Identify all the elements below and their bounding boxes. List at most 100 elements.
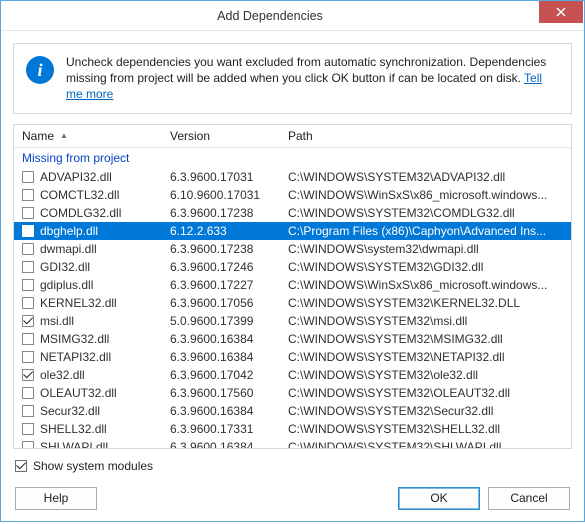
row-checkbox[interactable] xyxy=(22,423,34,435)
cell-path: C:\WINDOWS\SYSTEM32\OLEAUT32.dll xyxy=(280,386,571,400)
table-row[interactable]: msi.dll5.0.9600.17399C:\WINDOWS\SYSTEM32… xyxy=(14,312,571,330)
row-checkbox[interactable] xyxy=(22,351,34,363)
row-checkbox[interactable] xyxy=(22,243,34,255)
cell-name: gdiplus.dll xyxy=(14,278,162,292)
cancel-button[interactable]: Cancel xyxy=(488,487,570,510)
column-header-version[interactable]: Version xyxy=(162,125,280,147)
ok-button[interactable]: OK xyxy=(398,487,480,510)
dependencies-table: Name ▲ Version Path Missing from project… xyxy=(13,124,572,449)
cell-path: C:\WINDOWS\WinSxS\x86_microsoft.windows.… xyxy=(280,278,571,292)
table-row[interactable]: MSIMG32.dll 6.3.9600.16384C:\WINDOWS\SYST… xyxy=(14,330,571,348)
row-checkbox[interactable] xyxy=(22,207,34,219)
cell-name: GDI32.dll xyxy=(14,260,162,274)
row-checkbox[interactable] xyxy=(22,369,34,381)
column-header-path[interactable]: Path xyxy=(280,125,571,147)
row-checkbox[interactable] xyxy=(22,189,34,201)
cell-path: C:\WINDOWS\WinSxS\x86_microsoft.windows.… xyxy=(280,188,571,202)
cell-version: 6.3.9600.17560 xyxy=(162,386,280,400)
cell-path: C:\WINDOWS\SYSTEM32\ADVAPI32.dll xyxy=(280,170,571,184)
row-checkbox[interactable] xyxy=(22,261,34,273)
row-name-label: ADVAPI32.dll xyxy=(40,170,112,184)
cell-version: 6.3.9600.16384 xyxy=(162,332,280,346)
row-name-label: GDI32.dll xyxy=(40,260,90,274)
table-row[interactable]: OLEAUT32.dll6.3.9600.17560C:\WINDOWS\SYS… xyxy=(14,384,571,402)
table-body[interactable]: Missing from project ADVAPI32.dll6.3.960… xyxy=(14,148,571,448)
cell-version: 6.3.9600.16384 xyxy=(162,440,280,448)
row-checkbox[interactable] xyxy=(22,405,34,417)
row-checkbox[interactable] xyxy=(22,171,34,183)
row-checkbox[interactable] xyxy=(22,315,34,327)
cell-name: COMCTL32.dll xyxy=(14,188,162,202)
close-button[interactable] xyxy=(539,1,583,23)
cell-version: 6.3.9600.17042 xyxy=(162,368,280,382)
cell-name: OLEAUT32.dll xyxy=(14,386,162,400)
cell-path: C:\WINDOWS\SYSTEM32\MSIMG32.dll xyxy=(280,332,571,346)
group-header-missing: Missing from project xyxy=(14,148,571,168)
row-name-label: ole32.dll xyxy=(40,368,85,382)
cell-name: ole32.dll xyxy=(14,368,162,382)
info-banner: i Uncheck dependencies you want excluded… xyxy=(13,43,572,114)
cell-name: msi.dll xyxy=(14,314,162,328)
cell-name: ADVAPI32.dll xyxy=(14,170,162,184)
row-name-label: Secur32.dll xyxy=(40,404,100,418)
row-name-label: SHELL32.dll xyxy=(40,422,107,436)
row-name-label: dwmapi.dll xyxy=(40,242,97,256)
table-row[interactable]: COMCTL32.dll 6.10.9600.17031C:\WINDOWS\Wi… xyxy=(14,186,571,204)
info-text: Uncheck dependencies you want excluded f… xyxy=(66,54,559,103)
show-system-modules-checkbox[interactable] xyxy=(15,460,27,472)
cell-path: C:\WINDOWS\SYSTEM32\GDI32.dll xyxy=(280,260,571,274)
table-row[interactable]: SHELL32.dll 6.3.9600.17331C:\WINDOWS\SYST… xyxy=(14,420,571,438)
cell-version: 6.3.9600.17227 xyxy=(162,278,280,292)
row-name-label: msi.dll xyxy=(40,314,74,328)
row-name-label: COMDLG32.dll xyxy=(40,206,121,220)
row-checkbox[interactable] xyxy=(22,387,34,399)
cell-version: 6.3.9600.17331 xyxy=(162,422,280,436)
table-row[interactable]: SHLWAPI.dll 6.3.9600.16384C:\WINDOWS\SYST… xyxy=(14,438,571,448)
cell-path: C:\WINDOWS\SYSTEM32\Secur32.dll xyxy=(280,404,571,418)
show-system-modules-row[interactable]: Show system modules xyxy=(15,459,570,473)
row-name-label: COMCTL32.dll xyxy=(40,188,119,202)
table-row[interactable]: GDI32.dll 6.3.9600.17246C:\WINDOWS\SYSTEM… xyxy=(14,258,571,276)
cell-name: SHLWAPI.dll xyxy=(14,440,162,448)
cell-version: 6.3.9600.17246 xyxy=(162,260,280,274)
cell-version: 6.10.9600.17031 xyxy=(162,188,280,202)
table-row[interactable]: NETAPI32.dll6.3.9600.16384C:\WINDOWS\SYS… xyxy=(14,348,571,366)
row-name-label: SHLWAPI.dll xyxy=(40,440,108,448)
info-text-body: Uncheck dependencies you want excluded f… xyxy=(66,55,546,85)
table-row[interactable]: gdiplus.dll 6.3.9600.17227C:\WINDOWS\WinS… xyxy=(14,276,571,294)
close-icon xyxy=(556,7,566,17)
cell-name: dwmapi.dll xyxy=(14,242,162,256)
row-checkbox[interactable] xyxy=(22,441,34,448)
column-header-name[interactable]: Name ▲ xyxy=(14,125,162,147)
table-row[interactable]: COMDLG32.dll6.3.9600.17238C:\WINDOWS\SYS… xyxy=(14,204,571,222)
cell-path: C:\Program Files (x86)\Caphyon\Advanced … xyxy=(280,224,571,238)
table-row[interactable]: dwmapi.dll6.3.9600.17238C:\WINDOWS\syste… xyxy=(14,240,571,258)
table-row[interactable]: ADVAPI32.dll6.3.9600.17031C:\WINDOWS\SYS… xyxy=(14,168,571,186)
row-checkbox[interactable] xyxy=(22,225,34,237)
cell-path: C:\WINDOWS\SYSTEM32\SHELL32.dll xyxy=(280,422,571,436)
table-row[interactable]: dbghelp.dll6.12.2.633C:\Program Files (x… xyxy=(14,222,571,240)
cell-version: 6.3.9600.16384 xyxy=(162,404,280,418)
table-header: Name ▲ Version Path xyxy=(14,125,571,148)
row-checkbox[interactable] xyxy=(22,279,34,291)
cell-name: SHELL32.dll xyxy=(14,422,162,436)
row-name-label: MSIMG32.dll xyxy=(40,332,109,346)
table-row[interactable]: Secur32.dll 6.3.9600.16384C:\WINDOWS\SYST… xyxy=(14,402,571,420)
info-icon: i xyxy=(26,56,54,84)
cell-name: Secur32.dll xyxy=(14,404,162,418)
show-system-modules-label: Show system modules xyxy=(33,459,153,473)
window-title: Add Dependencies xyxy=(1,9,539,23)
table-row[interactable]: KERNEL32.dll6.3.9600.17056C:\WINDOWS\SYS… xyxy=(14,294,571,312)
cell-name: KERNEL32.dll xyxy=(14,296,162,310)
table-row[interactable]: ole32.dll 6.3.9600.17042C:\WINDOWS\SYSTEM… xyxy=(14,366,571,384)
cell-path: C:\WINDOWS\SYSTEM32\ole32.dll xyxy=(280,368,571,382)
cell-name: NETAPI32.dll xyxy=(14,350,162,364)
help-button[interactable]: Help xyxy=(15,487,97,510)
row-name-label: gdiplus.dll xyxy=(40,278,93,292)
cell-version: 6.3.9600.17056 xyxy=(162,296,280,310)
row-checkbox[interactable] xyxy=(22,297,34,309)
cell-path: C:\WINDOWS\SYSTEM32\SHLWAPI.dll xyxy=(280,440,571,448)
sort-ascending-icon: ▲ xyxy=(60,131,68,140)
row-checkbox[interactable] xyxy=(22,333,34,345)
cell-path: C:\WINDOWS\SYSTEM32\NETAPI32.dll xyxy=(280,350,571,364)
